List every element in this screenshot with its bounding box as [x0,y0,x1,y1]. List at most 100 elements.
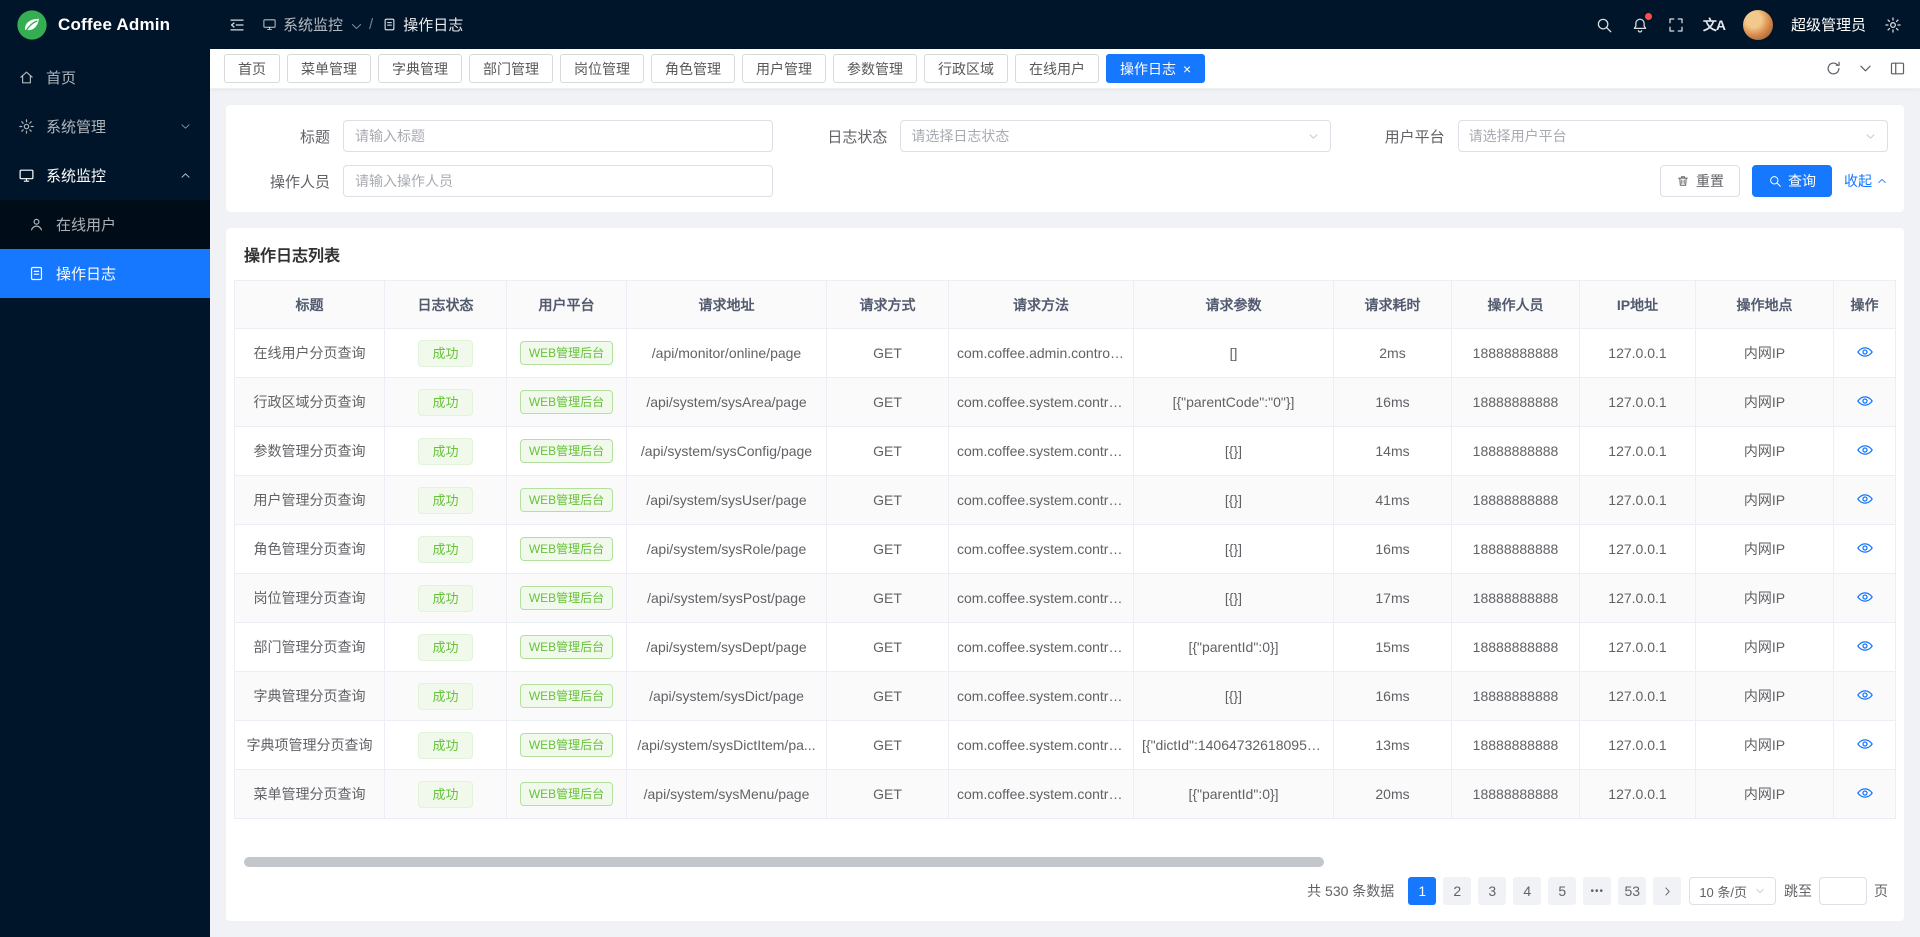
view-detail-eye-icon[interactable] [1856,490,1874,508]
tab-8[interactable]: 行政区域 [924,54,1008,83]
cell-request-time: 14ms [1334,427,1452,476]
platform-filter-select[interactable]: 请选择用户平台 [1458,120,1888,152]
tab-9[interactable]: 在线用户 [1015,54,1099,83]
page-button-3[interactable]: 3 [1478,877,1506,905]
page-size-select[interactable]: 10 条/页 [1689,877,1776,905]
tab-10[interactable]: 操作日志× [1106,54,1205,83]
sidebar-subitem-0[interactable]: 在线用户 [0,200,210,249]
document-icon [382,17,397,32]
view-detail-eye-icon[interactable] [1856,784,1874,802]
sidebar-subitem-1[interactable]: 操作日志 [0,249,210,298]
page-ellipsis[interactable]: ••• [1583,877,1611,905]
eye-icon [1856,343,1874,361]
operator-filter-input[interactable] [343,165,773,197]
cell-operator: 18888888888 [1452,721,1580,770]
page-button-4[interactable]: 4 [1513,877,1541,905]
page-button-53[interactable]: 53 [1618,877,1646,905]
refresh-icon [1801,246,1818,263]
cell-request-params: [{"dictId":140647326180950... [1134,721,1334,770]
tab-options-chevron-icon[interactable] [1857,60,1874,77]
cell-title: 参数管理分页查询 [235,427,385,476]
page-button-5[interactable]: 5 [1548,877,1576,905]
tab-7[interactable]: 参数管理 [833,54,917,83]
sidebar-item-2[interactable]: 系统监控 [0,151,210,200]
title-filter-label: 标题 [242,126,330,147]
reset-button[interactable]: 重置 [1660,165,1740,197]
view-detail-eye-icon[interactable] [1856,441,1874,459]
view-detail-eye-icon[interactable] [1856,735,1874,753]
cell-request-url: /api/monitor/online/page [627,329,827,378]
tab-4[interactable]: 岗位管理 [560,54,644,83]
eye-icon [1856,588,1874,606]
topbar: 系统监控 / 操作日志 文A 超级管理员 [210,0,1920,49]
eye-icon [1856,686,1874,704]
view-detail-eye-icon[interactable] [1856,637,1874,655]
layout-icon[interactable] [1889,60,1906,77]
eye-icon [1856,441,1874,459]
notification-bell-icon[interactable] [1631,16,1649,34]
cell-title: 岗位管理分页查询 [235,574,385,623]
chevron-down-icon [1864,130,1877,143]
tab-label: 岗位管理 [574,59,630,79]
view-detail-eye-icon[interactable] [1856,343,1874,361]
collapse-filter-link[interactable]: 收起 [1844,171,1888,191]
sidebar-item-label: 首页 [46,67,76,88]
cell-ip: 127.0.0.1 [1580,525,1696,574]
chevron-up-icon [179,169,192,182]
view-detail-eye-icon[interactable] [1856,392,1874,410]
total-count: 共 530 条数据 [1307,881,1394,901]
tab-1[interactable]: 菜单管理 [287,54,371,83]
close-icon[interactable]: × [1183,62,1191,76]
tab-2[interactable]: 字典管理 [378,54,462,83]
status-badge: 成功 [418,585,472,612]
page-button-1[interactable]: 1 [1408,877,1436,905]
cell-request-method: GET [827,427,949,476]
page-size-value: 10 条/页 [1699,882,1747,901]
settings-gear-icon[interactable] [1884,16,1902,34]
sidebar-item-1[interactable]: 系统管理 [0,102,210,151]
title-filter-input[interactable] [343,120,773,152]
cell-request-func: com.coffee.system.controlle... [949,476,1134,525]
view-detail-eye-icon[interactable] [1856,539,1874,557]
tab-3[interactable]: 部门管理 [469,54,553,83]
app-logo[interactable]: Coffee Admin [0,0,210,49]
status-filter-select[interactable]: 请选择日志状态 [900,120,1330,152]
menu-collapse-icon[interactable] [228,16,246,34]
user-name: 超级管理员 [1791,14,1866,35]
jump-page-input[interactable] [1819,877,1867,905]
search-icon[interactable] [1595,16,1613,34]
tab-6[interactable]: 用户管理 [742,54,826,83]
gear-icon [1884,16,1902,34]
density-icon [1835,246,1852,263]
view-detail-eye-icon[interactable] [1856,686,1874,704]
density-icon[interactable] [1835,246,1852,263]
status-badge: 成功 [418,487,472,514]
column-settings-gear-icon[interactable] [1869,246,1886,263]
cell-request-func: com.coffee.system.controlle... [949,623,1134,672]
avatar[interactable] [1743,10,1773,40]
scrollbar-thumb[interactable] [244,857,1324,867]
search-button[interactable]: 查询 [1752,165,1832,197]
cell-platform: WEB管理后台 [507,721,627,770]
tab-5[interactable]: 角色管理 [651,54,735,83]
cell-status: 成功 [385,770,507,819]
breadcrumb-item-monitor[interactable]: 系统监控 [262,14,360,35]
view-detail-eye-icon[interactable] [1856,588,1874,606]
cell-operator: 18888888888 [1452,672,1580,721]
sidebar-item-0[interactable]: 首页 [0,53,210,102]
translate-icon[interactable]: 文A [1703,15,1725,35]
cell-platform: WEB管理后台 [507,770,627,819]
page-button-2[interactable]: 2 [1443,877,1471,905]
status-badge: 成功 [418,732,472,759]
platform-filter-label: 用户平台 [1357,126,1445,147]
cell-request-method: GET [827,329,949,378]
chevron-down-icon [1307,130,1320,143]
next-page-button[interactable] [1653,877,1681,905]
tab-0[interactable]: 首页 [224,54,280,83]
card-header: 操作日志列表 [234,228,1896,280]
refresh-table-icon[interactable] [1801,246,1818,263]
fullscreen-icon[interactable] [1667,16,1685,34]
cell-status: 成功 [385,329,507,378]
refresh-tabs-icon[interactable] [1825,60,1842,77]
cell-location: 内网IP [1696,574,1834,623]
